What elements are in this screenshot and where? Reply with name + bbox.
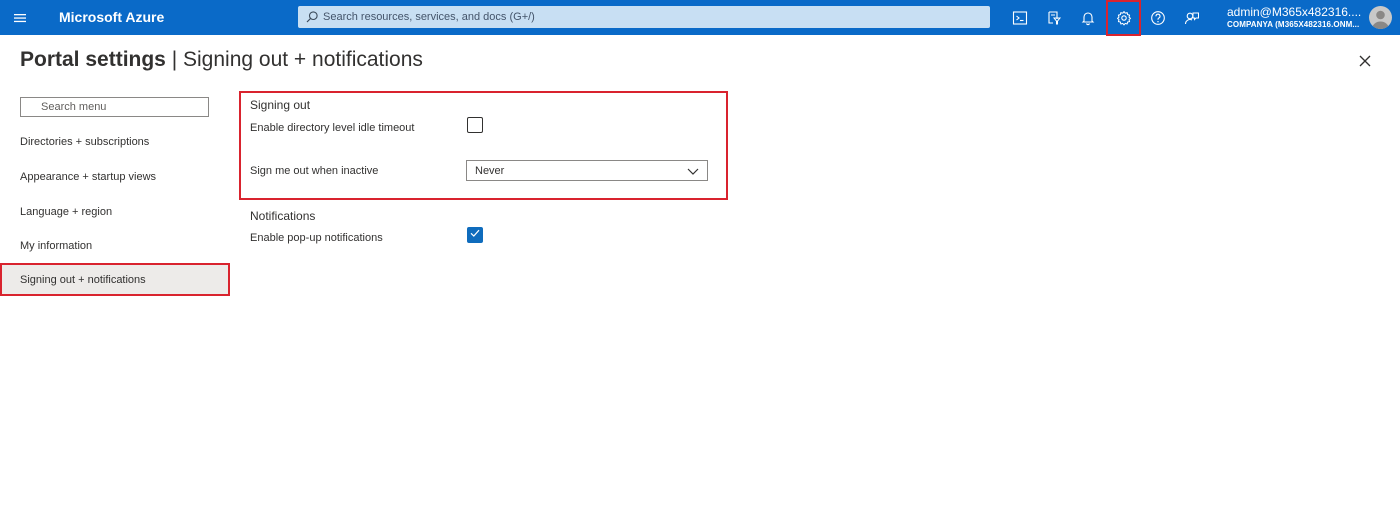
- avatar[interactable]: [1369, 6, 1392, 29]
- signing-out-highlight-frame: [239, 91, 728, 200]
- menu-item-label: Appearance + startup views: [20, 171, 157, 183]
- signing-out-section-title: Signing out: [250, 98, 311, 112]
- user-tenant: COMPANYA (M365X482316.ONM...: [1227, 20, 1360, 29]
- menu-item-my-information[interactable]: My information: [0, 230, 230, 262]
- notifications-section-title: Notifications: [250, 209, 316, 223]
- close-icon[interactable]: [1356, 52, 1374, 70]
- menu-item-signing-out-notifications[interactable]: Signing out + notifications: [0, 263, 230, 296]
- global-search-input[interactable]: [323, 6, 983, 28]
- menu-item-language-region[interactable]: Language + region: [0, 196, 230, 228]
- page-title: Portal settings | Signing out + notifica…: [20, 48, 423, 72]
- directory-filter-icon[interactable]: [1037, 0, 1071, 35]
- menu-item-directories-subscriptions[interactable]: Directories + subscriptions: [0, 126, 230, 158]
- menu-item-label: Directories + subscriptions: [20, 136, 150, 148]
- menu-search[interactable]: [20, 97, 209, 117]
- global-search[interactable]: [298, 6, 990, 28]
- idle-timeout-checkbox[interactable]: [467, 117, 483, 133]
- inactive-signout-dropdown[interactable]: Never: [466, 160, 708, 181]
- menu-item-label: Signing out + notifications: [20, 273, 146, 286]
- page-title-sub: Signing out + notifications: [183, 48, 423, 71]
- checkmark-icon: [469, 226, 481, 244]
- page-title-main: Portal settings: [20, 48, 166, 71]
- menu-search-input[interactable]: [41, 98, 206, 116]
- top-bar: Microsoft Azure Search resources, servic…: [0, 0, 1400, 36]
- settings-icon[interactable]: [1106, 0, 1141, 36]
- search-icon: [305, 10, 319, 24]
- brand-title[interactable]: Microsoft Azure: [59, 9, 164, 25]
- feedback-icon[interactable]: [1175, 0, 1209, 35]
- idle-timeout-label: Enable directory level idle timeout: [250, 122, 415, 134]
- menu-item-label: My information: [20, 240, 93, 252]
- help-icon[interactable]: [1141, 0, 1175, 35]
- inactive-signout-label: Sign me out when inactive: [250, 165, 379, 177]
- chevron-down-icon: [687, 166, 699, 176]
- inactive-signout-value: Never: [475, 165, 505, 177]
- hamburger-menu-icon[interactable]: [10, 8, 30, 28]
- page-title-separator: |: [165, 48, 183, 71]
- popup-notifications-checkbox[interactable]: [467, 227, 483, 243]
- user-name: admin@M365x482316....: [1227, 5, 1362, 19]
- menu-item-label: Language + region: [20, 206, 113, 218]
- account-info[interactable]: admin@M365x482316.... COMPANYA (M365X482…: [1227, 5, 1367, 31]
- notifications-icon[interactable]: [1071, 0, 1105, 35]
- cloud-shell-icon[interactable]: [1003, 0, 1037, 35]
- menu-item-appearance-startup-views[interactable]: Appearance + startup views: [0, 161, 230, 193]
- popup-notifications-label: Enable pop-up notifications: [250, 232, 383, 244]
